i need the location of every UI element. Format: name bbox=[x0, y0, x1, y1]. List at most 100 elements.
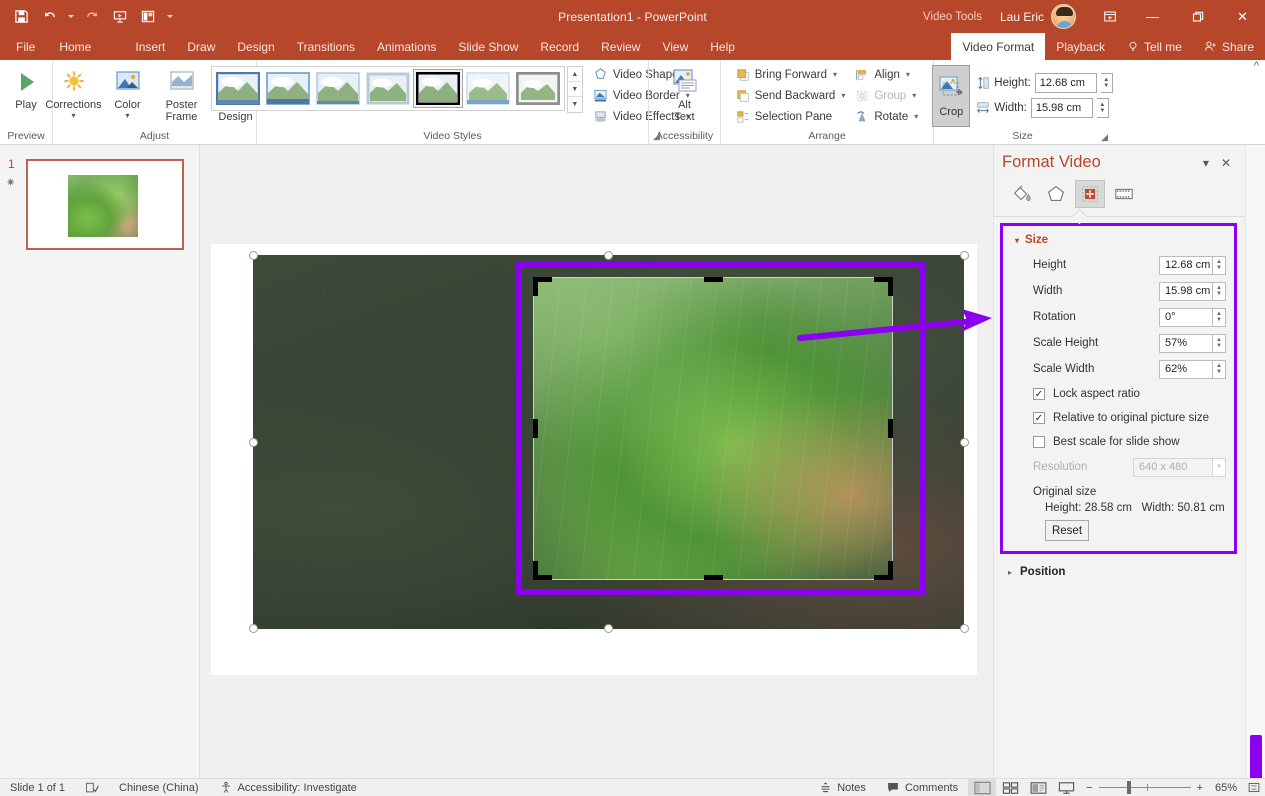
selection-handle-bottom-center[interactable] bbox=[604, 624, 613, 633]
tab-design[interactable]: Design bbox=[226, 33, 285, 60]
view-slide-show-button[interactable] bbox=[1052, 779, 1080, 796]
relative-to-original-checkbox[interactable]: ✓ bbox=[1033, 412, 1045, 424]
tab-insert[interactable]: Insert bbox=[124, 33, 176, 60]
pane-rotation-input[interactable]: 0° bbox=[1159, 307, 1213, 327]
zoom-level-label[interactable]: 65% bbox=[1209, 782, 1243, 794]
poster-frame-button[interactable]: Poster Frame bbox=[156, 62, 208, 123]
crop-button[interactable]: Crop bbox=[932, 65, 971, 127]
ribbon-width-spinner[interactable]: ▲ ▼ bbox=[1096, 97, 1109, 118]
gallery-scroll-up-icon[interactable]: ▲ bbox=[567, 67, 582, 82]
view-reading-button[interactable] bbox=[1024, 779, 1052, 796]
send-backward-chevron-down-icon[interactable]: ▾ bbox=[841, 91, 845, 100]
pane-tab-size-properties[interactable] bbox=[1075, 180, 1105, 208]
video-style-thumb[interactable] bbox=[264, 70, 312, 107]
tab-file[interactable]: File bbox=[0, 33, 48, 60]
ribbon-width-field[interactable]: Width: 15.98 cm ▲ ▼ bbox=[976, 95, 1112, 120]
tab-draw[interactable]: Draw bbox=[176, 33, 226, 60]
pane-width-input[interactable]: 15.98 cm bbox=[1159, 281, 1213, 301]
video-style-thumb[interactable] bbox=[364, 70, 412, 107]
present-icon[interactable] bbox=[107, 5, 133, 29]
ribbon-height-input[interactable]: 12.68 cm bbox=[1034, 72, 1097, 93]
tab-view[interactable]: View bbox=[651, 33, 699, 60]
align-button[interactable]: Align ▾ bbox=[851, 64, 922, 85]
send-backward-button[interactable]: Send Backward ▾ bbox=[732, 85, 850, 106]
tab-transitions[interactable]: Transitions bbox=[286, 33, 366, 60]
ribbon-height-spinner[interactable]: ▲ ▼ bbox=[1100, 72, 1113, 93]
slide-thumbnail-1[interactable] bbox=[26, 159, 184, 250]
customize-qat-chevron-down-icon[interactable] bbox=[163, 5, 176, 29]
checkbox-relative-to-original[interactable]: ✓ Relative to original picture size bbox=[1011, 406, 1226, 430]
lock-aspect-ratio-checkbox[interactable]: ✓ bbox=[1033, 388, 1045, 400]
view-slide-sorter-button[interactable] bbox=[996, 779, 1024, 796]
pane-scale-width-input[interactable]: 62% bbox=[1159, 359, 1213, 379]
tab-animations[interactable]: Animations bbox=[366, 33, 447, 60]
gallery-scroll-controls[interactable]: ▲ ▼ ▼ bbox=[566, 66, 583, 113]
notes-button[interactable]: Notes bbox=[809, 779, 876, 796]
color-button[interactable]: Color ▾ bbox=[102, 62, 154, 120]
selection-handle-top-right[interactable] bbox=[960, 251, 969, 260]
tab-review[interactable]: Review bbox=[590, 33, 651, 60]
pane-scale-width-spinner[interactable]: ▲ ▼ bbox=[1213, 359, 1226, 379]
tab-help[interactable]: Help bbox=[699, 33, 746, 60]
zoom-slider[interactable] bbox=[1098, 779, 1191, 796]
crop-handle-middle-left[interactable] bbox=[533, 419, 538, 438]
video-style-thumb[interactable] bbox=[514, 70, 562, 107]
play-button[interactable]: Play bbox=[0, 62, 52, 111]
rotate-button[interactable]: Rotate ▾ bbox=[851, 106, 922, 127]
tell-me-button[interactable]: Tell me bbox=[1116, 33, 1193, 60]
corrections-button[interactable]: Corrections ▾ bbox=[45, 62, 102, 120]
avatar[interactable] bbox=[1051, 4, 1076, 29]
undo-icon[interactable] bbox=[36, 5, 62, 29]
tab-playback[interactable]: Playback bbox=[1045, 33, 1116, 60]
view-normal-button[interactable] bbox=[968, 778, 997, 796]
save-icon[interactable] bbox=[8, 5, 34, 29]
pane-scale-height-spinner[interactable]: ▲ ▼ bbox=[1213, 333, 1226, 353]
tab-slide-show[interactable]: Slide Show bbox=[447, 33, 529, 60]
crop-handle-bottom-right[interactable] bbox=[874, 575, 893, 580]
vertical-scrollbar[interactable] bbox=[1245, 145, 1265, 796]
minimize-button[interactable]: — bbox=[1130, 0, 1175, 33]
video-style-thumb-selected[interactable] bbox=[412, 69, 463, 108]
restore-button[interactable] bbox=[1175, 0, 1220, 33]
collapse-ribbon-icon[interactable]: ^ bbox=[1254, 60, 1259, 72]
crop-handle-middle-right[interactable] bbox=[888, 419, 893, 438]
zoom-in-button[interactable]: + bbox=[1191, 779, 1209, 796]
crop-handle-top-left-v[interactable] bbox=[533, 277, 538, 296]
pane-tab-effects[interactable] bbox=[1041, 180, 1071, 208]
selection-handle-top-center[interactable] bbox=[604, 251, 613, 260]
video-style-thumb[interactable] bbox=[464, 70, 512, 107]
spellcheck-icon[interactable] bbox=[75, 779, 109, 796]
corrections-chevron-down-icon[interactable]: ▾ bbox=[71, 111, 75, 120]
size-dialog-launcher-icon[interactable]: ◢ bbox=[1101, 132, 1108, 143]
ribbon-display-options-icon[interactable] bbox=[1090, 0, 1130, 33]
selection-handle-middle-right[interactable] bbox=[960, 438, 969, 447]
gallery-scroll-down-icon[interactable]: ▼ bbox=[567, 82, 582, 97]
undo-dropdown-chevron-down-icon[interactable] bbox=[64, 5, 77, 29]
selection-handle-middle-left[interactable] bbox=[249, 438, 258, 447]
comments-button[interactable]: Comments bbox=[876, 779, 968, 796]
bring-forward-chevron-down-icon[interactable]: ▾ bbox=[833, 70, 837, 79]
pane-tab-fill-line[interactable] bbox=[1007, 180, 1037, 208]
slide-indicator[interactable]: Slide 1 of 1 bbox=[0, 779, 75, 796]
accessibility-dialog-launcher-icon[interactable]: ◢ bbox=[653, 131, 660, 142]
zoom-out-button[interactable]: − bbox=[1080, 779, 1098, 796]
crop-handle-top-right-v[interactable] bbox=[888, 277, 893, 296]
slide-canvas[interactable] bbox=[200, 145, 993, 778]
tab-home[interactable]: Home bbox=[48, 33, 102, 60]
reset-button[interactable]: Reset bbox=[1045, 520, 1089, 541]
position-section-expand-triangle-icon[interactable]: ▸ bbox=[1008, 568, 1012, 577]
color-chevron-down-icon[interactable]: ▾ bbox=[125, 111, 129, 120]
pane-height-spinner[interactable]: ▲ ▼ bbox=[1213, 255, 1226, 275]
pane-width-spinner[interactable]: ▲ ▼ bbox=[1213, 281, 1226, 301]
video-style-thumb[interactable] bbox=[314, 70, 362, 107]
language-indicator[interactable]: Chinese (China) bbox=[109, 779, 208, 796]
video-styles-gallery[interactable] bbox=[210, 66, 565, 111]
selection-handle-top-left[interactable] bbox=[249, 251, 258, 260]
checkbox-lock-aspect-ratio[interactable]: ✓ Lock aspect ratio bbox=[1011, 382, 1226, 406]
pane-close-icon[interactable]: ✕ bbox=[1215, 156, 1237, 170]
present-current-icon[interactable] bbox=[135, 5, 161, 29]
gallery-more-icon[interactable]: ▼ bbox=[567, 97, 582, 112]
redo-icon[interactable] bbox=[79, 5, 105, 29]
size-section-expand-triangle-icon[interactable]: ▾ bbox=[1015, 236, 1019, 245]
checkbox-best-scale[interactable]: Best scale for slide show bbox=[1011, 430, 1226, 454]
